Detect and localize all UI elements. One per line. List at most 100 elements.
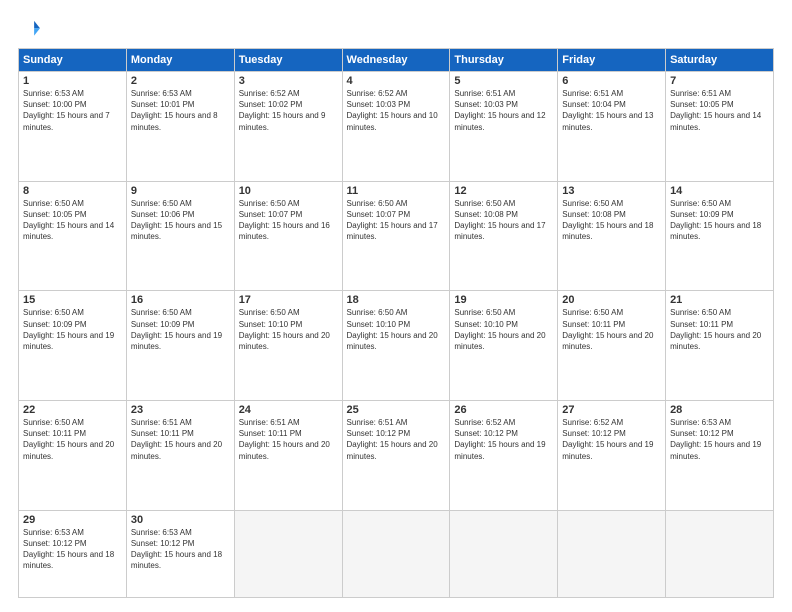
header [18, 18, 774, 40]
day-number: 27 [562, 404, 661, 416]
calendar-week-1: 1 Sunrise: 6:53 AM Sunset: 10:00 PM Dayl… [19, 72, 774, 182]
day-number: 30 [131, 514, 230, 526]
day-number: 19 [454, 294, 553, 306]
day-number: 23 [131, 404, 230, 416]
page: SundayMondayTuesdayWednesdayThursdayFrid… [0, 0, 792, 612]
day-number: 10 [239, 185, 338, 197]
day-number: 1 [23, 75, 122, 87]
calendar-cell: 28 Sunrise: 6:53 AM Sunset: 10:12 PM Day… [666, 401, 774, 511]
cell-info: Sunrise: 6:50 AM Sunset: 10:10 PM Daylig… [239, 307, 338, 352]
cell-info: Sunrise: 6:50 AM Sunset: 10:11 PM Daylig… [670, 307, 769, 352]
day-number: 26 [454, 404, 553, 416]
day-number: 14 [670, 185, 769, 197]
calendar-cell: 12 Sunrise: 6:50 AM Sunset: 10:08 PM Day… [450, 181, 558, 291]
cell-info: Sunrise: 6:50 AM Sunset: 10:06 PM Daylig… [131, 198, 230, 243]
cell-info: Sunrise: 6:50 AM Sunset: 10:07 PM Daylig… [239, 198, 338, 243]
day-number: 21 [670, 294, 769, 306]
calendar-cell: 24 Sunrise: 6:51 AM Sunset: 10:11 PM Day… [234, 401, 342, 511]
calendar-cell: 11 Sunrise: 6:50 AM Sunset: 10:07 PM Day… [342, 181, 450, 291]
calendar-cell [558, 510, 666, 597]
calendar-cell: 8 Sunrise: 6:50 AM Sunset: 10:05 PM Dayl… [19, 181, 127, 291]
cell-info: Sunrise: 6:51 AM Sunset: 10:11 PM Daylig… [131, 417, 230, 462]
calendar-cell: 16 Sunrise: 6:50 AM Sunset: 10:09 PM Day… [126, 291, 234, 401]
calendar-cell: 30 Sunrise: 6:53 AM Sunset: 10:12 PM Day… [126, 510, 234, 597]
calendar-cell: 9 Sunrise: 6:50 AM Sunset: 10:06 PM Dayl… [126, 181, 234, 291]
day-number: 11 [347, 185, 446, 197]
weekday-header-row: SundayMondayTuesdayWednesdayThursdayFrid… [19, 49, 774, 72]
calendar-cell: 3 Sunrise: 6:52 AM Sunset: 10:02 PM Dayl… [234, 72, 342, 182]
calendar-cell: 1 Sunrise: 6:53 AM Sunset: 10:00 PM Dayl… [19, 72, 127, 182]
day-number: 3 [239, 75, 338, 87]
day-number: 15 [23, 294, 122, 306]
calendar-cell [234, 510, 342, 597]
calendar-cell: 27 Sunrise: 6:52 AM Sunset: 10:12 PM Day… [558, 401, 666, 511]
cell-info: Sunrise: 6:51 AM Sunset: 10:03 PM Daylig… [454, 88, 553, 133]
cell-info: Sunrise: 6:50 AM Sunset: 10:08 PM Daylig… [454, 198, 553, 243]
calendar-cell: 23 Sunrise: 6:51 AM Sunset: 10:11 PM Day… [126, 401, 234, 511]
day-number: 6 [562, 75, 661, 87]
cell-info: Sunrise: 6:52 AM Sunset: 10:12 PM Daylig… [454, 417, 553, 462]
calendar-cell: 6 Sunrise: 6:51 AM Sunset: 10:04 PM Dayl… [558, 72, 666, 182]
weekday-header-friday: Friday [558, 49, 666, 72]
day-number: 9 [131, 185, 230, 197]
cell-info: Sunrise: 6:52 AM Sunset: 10:12 PM Daylig… [562, 417, 661, 462]
cell-info: Sunrise: 6:50 AM Sunset: 10:07 PM Daylig… [347, 198, 446, 243]
day-number: 2 [131, 75, 230, 87]
calendar-week-4: 22 Sunrise: 6:50 AM Sunset: 10:11 PM Day… [19, 401, 774, 511]
cell-info: Sunrise: 6:52 AM Sunset: 10:02 PM Daylig… [239, 88, 338, 133]
weekday-header-monday: Monday [126, 49, 234, 72]
calendar-cell: 29 Sunrise: 6:53 AM Sunset: 10:12 PM Day… [19, 510, 127, 597]
calendar-cell: 25 Sunrise: 6:51 AM Sunset: 10:12 PM Day… [342, 401, 450, 511]
cell-info: Sunrise: 6:51 AM Sunset: 10:04 PM Daylig… [562, 88, 661, 133]
cell-info: Sunrise: 6:50 AM Sunset: 10:09 PM Daylig… [670, 198, 769, 243]
calendar-cell: 22 Sunrise: 6:50 AM Sunset: 10:11 PM Day… [19, 401, 127, 511]
day-number: 20 [562, 294, 661, 306]
calendar-cell [450, 510, 558, 597]
calendar-cell: 19 Sunrise: 6:50 AM Sunset: 10:10 PM Day… [450, 291, 558, 401]
cell-info: Sunrise: 6:50 AM Sunset: 10:08 PM Daylig… [562, 198, 661, 243]
weekday-header-sunday: Sunday [19, 49, 127, 72]
cell-info: Sunrise: 6:53 AM Sunset: 10:12 PM Daylig… [131, 527, 230, 572]
logo [18, 18, 43, 40]
calendar-cell [666, 510, 774, 597]
cell-info: Sunrise: 6:51 AM Sunset: 10:11 PM Daylig… [239, 417, 338, 462]
day-number: 17 [239, 294, 338, 306]
day-number: 24 [239, 404, 338, 416]
day-number: 4 [347, 75, 446, 87]
weekday-header-thursday: Thursday [450, 49, 558, 72]
logo-icon [18, 18, 40, 40]
weekday-header-saturday: Saturday [666, 49, 774, 72]
calendar-cell: 7 Sunrise: 6:51 AM Sunset: 10:05 PM Dayl… [666, 72, 774, 182]
day-number: 18 [347, 294, 446, 306]
day-number: 28 [670, 404, 769, 416]
weekday-header-wednesday: Wednesday [342, 49, 450, 72]
cell-info: Sunrise: 6:50 AM Sunset: 10:09 PM Daylig… [131, 307, 230, 352]
calendar-cell: 10 Sunrise: 6:50 AM Sunset: 10:07 PM Day… [234, 181, 342, 291]
calendar-cell: 5 Sunrise: 6:51 AM Sunset: 10:03 PM Dayl… [450, 72, 558, 182]
calendar-cell [342, 510, 450, 597]
cell-info: Sunrise: 6:50 AM Sunset: 10:05 PM Daylig… [23, 198, 122, 243]
cell-info: Sunrise: 6:51 AM Sunset: 10:12 PM Daylig… [347, 417, 446, 462]
cell-info: Sunrise: 6:53 AM Sunset: 10:01 PM Daylig… [131, 88, 230, 133]
cell-info: Sunrise: 6:50 AM Sunset: 10:11 PM Daylig… [23, 417, 122, 462]
cell-info: Sunrise: 6:52 AM Sunset: 10:03 PM Daylig… [347, 88, 446, 133]
day-number: 25 [347, 404, 446, 416]
calendar-cell: 18 Sunrise: 6:50 AM Sunset: 10:10 PM Day… [342, 291, 450, 401]
day-number: 13 [562, 185, 661, 197]
calendar-week-5: 29 Sunrise: 6:53 AM Sunset: 10:12 PM Day… [19, 510, 774, 597]
day-number: 12 [454, 185, 553, 197]
cell-info: Sunrise: 6:51 AM Sunset: 10:05 PM Daylig… [670, 88, 769, 133]
cell-info: Sunrise: 6:50 AM Sunset: 10:10 PM Daylig… [454, 307, 553, 352]
calendar-cell: 4 Sunrise: 6:52 AM Sunset: 10:03 PM Dayl… [342, 72, 450, 182]
calendar-week-3: 15 Sunrise: 6:50 AM Sunset: 10:09 PM Day… [19, 291, 774, 401]
calendar-cell: 13 Sunrise: 6:50 AM Sunset: 10:08 PM Day… [558, 181, 666, 291]
weekday-header-tuesday: Tuesday [234, 49, 342, 72]
calendar-cell: 21 Sunrise: 6:50 AM Sunset: 10:11 PM Day… [666, 291, 774, 401]
cell-info: Sunrise: 6:53 AM Sunset: 10:12 PM Daylig… [23, 527, 122, 572]
cell-info: Sunrise: 6:50 AM Sunset: 10:09 PM Daylig… [23, 307, 122, 352]
day-number: 16 [131, 294, 230, 306]
calendar: SundayMondayTuesdayWednesdayThursdayFrid… [18, 48, 774, 598]
day-number: 29 [23, 514, 122, 526]
calendar-cell: 20 Sunrise: 6:50 AM Sunset: 10:11 PM Day… [558, 291, 666, 401]
cell-info: Sunrise: 6:50 AM Sunset: 10:11 PM Daylig… [562, 307, 661, 352]
